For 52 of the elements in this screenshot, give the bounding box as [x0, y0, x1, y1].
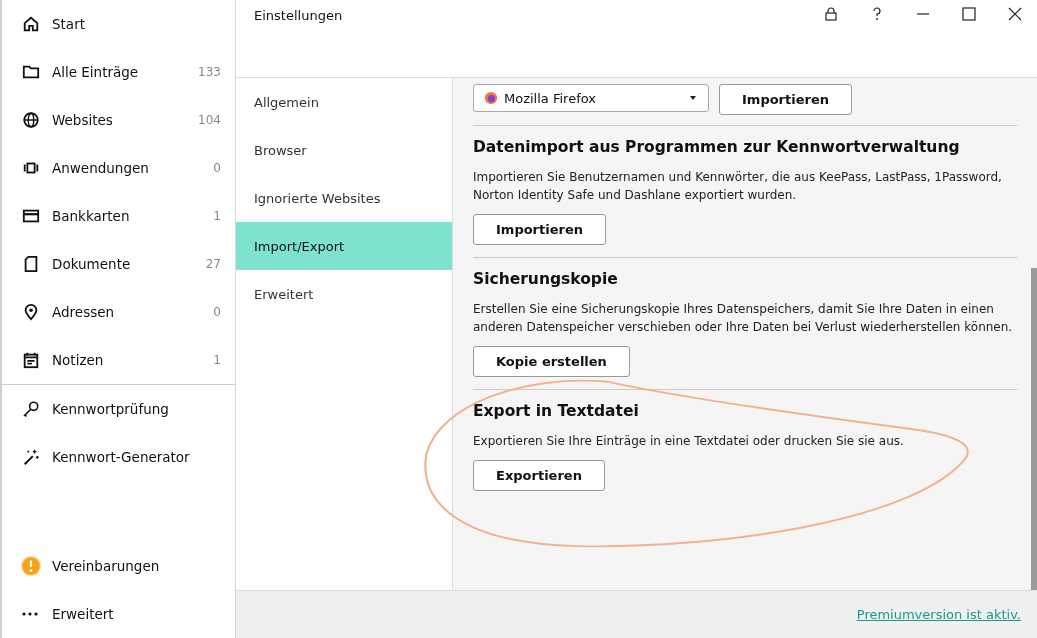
section-description: Importieren Sie Benutzernamen und Kennwörter, die aus KeePass, LastPass, 1Password, Norton Identity Safe und Dashlane exportiert wurden. — [473, 169, 1003, 204]
sidebar-item[interactable]: Vereinbarungen — [2, 542, 235, 590]
section-description: Exportieren Sie Ihre Einträge in eine Textdatei oder drucken Sie sie aus. — [473, 433, 905, 450]
section-title: Sicherungskopie — [473, 270, 619, 288]
settings-tab[interactable]: Allgemein — [236, 78, 452, 126]
folder-icon — [22, 63, 40, 81]
location-pin-icon — [22, 303, 40, 321]
settings-tab[interactable]: Browser — [236, 126, 452, 174]
item-count: 104 — [198, 113, 221, 127]
sidebar-item[interactable]: Anwendungen 0 — [2, 144, 235, 192]
item-count: 0 — [213, 305, 221, 319]
wand-icon — [22, 448, 40, 466]
card-icon — [22, 207, 40, 225]
item-count: 133 — [198, 65, 221, 79]
section-button[interactable]: Importieren — [473, 214, 606, 245]
sidebar-item[interactable]: Notizen 1 — [2, 336, 235, 384]
section-title: Datenimport aus Programmen zur Kennwortverwaltung — [473, 138, 961, 156]
sidebar-item[interactable]: Kennwortprüfung — [2, 385, 235, 433]
sidebar-item[interactable]: Dokumente 27 — [2, 240, 235, 288]
section-button[interactable]: Kopie erstellen — [473, 346, 630, 377]
key-icon — [22, 400, 40, 418]
settings-tab[interactable]: Erweitert — [236, 270, 452, 318]
sidebar-item[interactable]: Bankkarten 1 — [2, 192, 235, 240]
item-count: 1 — [213, 353, 221, 367]
section-button[interactable]: Exportieren — [473, 460, 605, 491]
document-icon — [22, 255, 40, 273]
more-icon — [22, 612, 38, 616]
close-icon[interactable] — [1007, 6, 1023, 22]
sidebar-item[interactable]: Kennwort-Generator — [2, 433, 235, 481]
sidebar-item[interactable]: Erweitert — [2, 590, 235, 638]
home-icon — [22, 15, 40, 33]
warning-icon — [20, 555, 42, 577]
scrollbar[interactable] — [1031, 268, 1037, 590]
sidebar-item[interactable]: Start — [2, 0, 235, 48]
browser-icon — [484, 91, 498, 105]
import-button[interactable]: Importieren — [719, 84, 852, 115]
item-count: 27 — [205, 257, 221, 271]
maximize-icon[interactable] — [961, 6, 977, 22]
sidebar-item[interactable]: Adressen 0 — [2, 288, 235, 336]
globe-icon — [22, 111, 40, 129]
item-count: 0 — [213, 161, 221, 175]
window-title: Einstellungen — [254, 8, 343, 23]
calendar-note-icon — [22, 351, 40, 369]
lock-icon[interactable] — [823, 6, 839, 22]
section-title: Export in Textdatei — [473, 402, 640, 420]
settings-tab[interactable]: Import/Export — [236, 222, 452, 270]
section-description: Erstellen Sie eine Sicherungskopie Ihres Datenspeichers, damit Sie Ihre Daten in einen anderen Datenspeicher verschieben oder Ihre Daten bei Verlust wiederherstellen können. — [473, 301, 1014, 336]
item-count: 1 — [213, 209, 221, 223]
sidebar-item[interactable]: Websites 104 — [2, 96, 235, 144]
settings-tab[interactable]: Ignorierte Websites — [236, 174, 452, 222]
browser-dropdown[interactable]: Mozilla Firefox — [473, 84, 709, 112]
sidebar-item[interactable]: Alle Einträge 133 — [2, 48, 235, 96]
